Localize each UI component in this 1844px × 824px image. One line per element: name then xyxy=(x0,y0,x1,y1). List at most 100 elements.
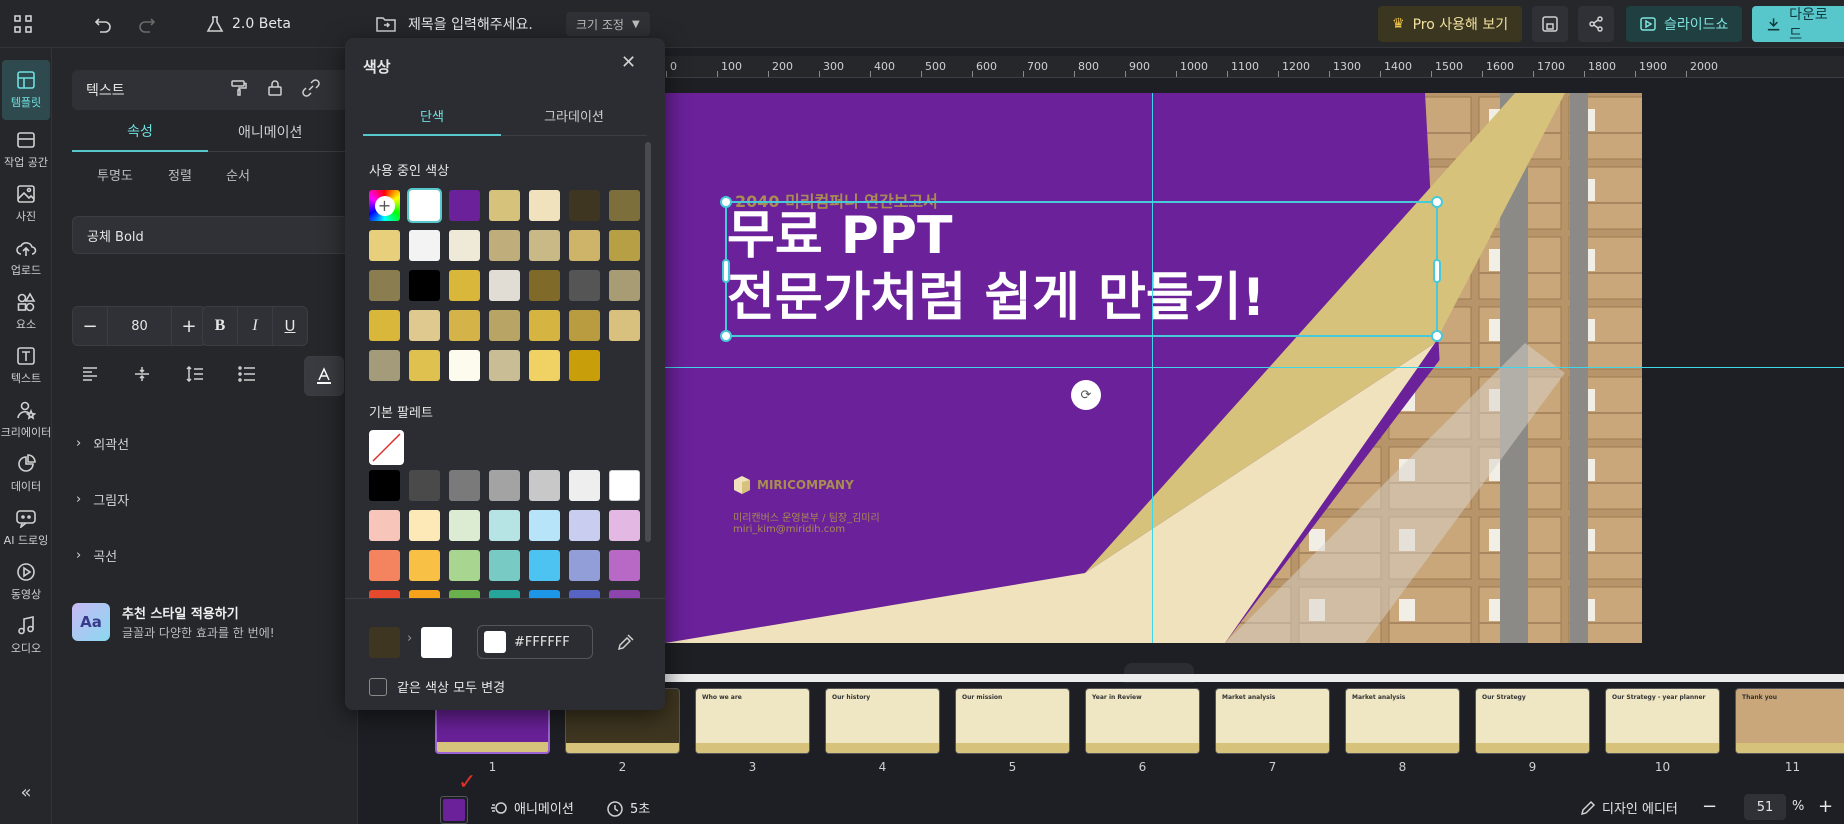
slide-thumbnail[interactable]: Who we are xyxy=(695,688,810,754)
slide-email[interactable]: miri_kim@miridih.com xyxy=(733,524,845,535)
color-swatch[interactable] xyxy=(489,310,520,341)
palette-swatch[interactable] xyxy=(449,550,480,581)
lock-icon[interactable] xyxy=(266,79,284,101)
color-swatch[interactable] xyxy=(569,190,600,221)
slide-thumbnail[interactable]: Market analysis xyxy=(1215,688,1330,754)
slide-title[interactable]: 무료 PPT 전문가처럼 쉽게 만들기! xyxy=(727,205,1265,329)
company-logo[interactable]: MIRICOMPANY xyxy=(733,475,854,495)
slide-background-color-button[interactable] xyxy=(440,796,468,824)
color-swatch[interactable] xyxy=(449,270,480,301)
font-size-decrease-button[interactable]: − xyxy=(72,306,108,346)
section-shadow[interactable]: › 그림자 xyxy=(76,490,129,509)
align-left-icon[interactable] xyxy=(82,366,100,386)
opacity-tab[interactable]: 투명도 xyxy=(97,165,133,184)
save-button[interactable] xyxy=(1532,6,1568,42)
color-swatch[interactable] xyxy=(569,270,600,301)
scrollbar[interactable] xyxy=(645,142,651,542)
palette-swatch[interactable] xyxy=(489,550,520,581)
palette-swatch[interactable] xyxy=(529,510,560,541)
pro-trial-button[interactable]: ♛ Pro 사용해 보기 xyxy=(1378,6,1523,42)
nav-photos[interactable]: 사진 xyxy=(0,174,52,234)
slide-canvas[interactable]: 2040 미리컴퍼니 연간보고서 무료 PPT 전문가처럼 쉽게 만들기! ⟳ … xyxy=(665,93,1642,643)
section-outline[interactable]: › 외곽선 xyxy=(76,434,129,453)
nav-workspace[interactable]: 작업 공간 xyxy=(0,120,52,180)
resize-handle[interactable] xyxy=(1433,259,1441,283)
custom-color-add-button[interactable]: + xyxy=(369,190,400,221)
color-swatch[interactable] xyxy=(529,190,560,221)
color-swatch[interactable] xyxy=(407,188,442,223)
zoom-in-icon[interactable]: + xyxy=(1818,796,1833,817)
palette-swatch[interactable] xyxy=(409,550,440,581)
color-swatch[interactable] xyxy=(489,190,520,221)
vertical-align-icon[interactable] xyxy=(134,366,150,386)
rotate-handle-icon[interactable]: ⟳ xyxy=(1071,380,1101,410)
zoom-input[interactable]: 51 xyxy=(1744,794,1786,820)
color-swatch[interactable] xyxy=(369,270,400,301)
text-color-button[interactable] xyxy=(304,356,344,396)
palette-swatch[interactable] xyxy=(609,470,640,501)
palette-swatch[interactable] xyxy=(409,510,440,541)
color-swatch[interactable] xyxy=(369,350,400,381)
slide-thumbnail[interactable]: Year in Review xyxy=(1085,688,1200,754)
color-swatch[interactable] xyxy=(449,310,480,341)
redo-icon[interactable] xyxy=(138,0,156,48)
tab-animation[interactable]: 애니메이션 xyxy=(208,112,358,152)
palette-swatch[interactable] xyxy=(369,470,400,501)
style-recommendation-card[interactable]: Aa 추천 스타일 적용하기 글꼴과 다양한 효과를 한 번에! xyxy=(72,598,358,646)
palette-swatch[interactable] xyxy=(529,550,560,581)
color-swatch[interactable] xyxy=(409,230,440,261)
nav-audio[interactable]: 오디오 xyxy=(0,606,52,666)
color-swatch[interactable] xyxy=(529,270,560,301)
nav-ai-drawing[interactable]: AI 드로잉 xyxy=(0,498,52,558)
color-swatch[interactable] xyxy=(529,350,560,381)
palette-swatch[interactable] xyxy=(449,470,480,501)
resize-handle[interactable] xyxy=(1431,196,1443,208)
share-button[interactable] xyxy=(1578,6,1614,42)
nav-text[interactable]: 텍스트 xyxy=(0,336,52,396)
color-swatch[interactable] xyxy=(369,230,400,261)
palette-swatch[interactable] xyxy=(569,510,600,541)
download-button[interactable]: 다운로드 xyxy=(1752,6,1844,43)
order-tab[interactable]: 순서 xyxy=(226,165,250,184)
palette-swatch[interactable] xyxy=(369,550,400,581)
color-swatch[interactable] xyxy=(489,350,520,381)
color-swatch[interactable] xyxy=(489,270,520,301)
color-swatch[interactable] xyxy=(369,310,400,341)
duration-button[interactable]: 5초 xyxy=(606,798,650,817)
eyedropper-icon[interactable] xyxy=(617,633,635,655)
resize-handle[interactable] xyxy=(720,330,732,342)
palette-swatch[interactable] xyxy=(609,510,640,541)
color-swatch[interactable] xyxy=(609,310,640,341)
slide-thumbnail[interactable]: Our Strategy - year planner xyxy=(1605,688,1720,754)
color-swatch[interactable] xyxy=(409,350,440,381)
section-curve[interactable]: › 곡선 xyxy=(76,546,117,565)
color-swatch[interactable] xyxy=(609,190,640,221)
color-swatch[interactable] xyxy=(569,350,600,381)
color-swatch[interactable] xyxy=(609,270,640,301)
nav-upload[interactable]: 업로드 xyxy=(0,228,52,288)
zoom-out-icon[interactable]: − xyxy=(1702,796,1717,817)
nav-elements[interactable]: 요소 xyxy=(0,282,52,342)
palette-swatch[interactable] xyxy=(409,470,440,501)
tab-solid[interactable]: 단색 xyxy=(363,96,501,136)
animation-button[interactable]: 애니메이션 xyxy=(490,798,574,817)
color-swatch[interactable] xyxy=(409,270,440,301)
nav-templates[interactable]: 템플릿 xyxy=(2,60,50,120)
palette-swatch[interactable] xyxy=(569,470,600,501)
slide-thumbnail[interactable]: Our history xyxy=(825,688,940,754)
slide-thumbnail[interactable]: Our Strategy xyxy=(1475,688,1590,754)
design-editor-button[interactable]: 디자인 에디터 xyxy=(1580,798,1678,817)
palette-swatch[interactable] xyxy=(449,510,480,541)
nav-data[interactable]: 데이터 xyxy=(0,444,52,504)
palette-swatch[interactable] xyxy=(369,510,400,541)
resize-button[interactable]: 크기 조정 ▼ xyxy=(566,12,650,36)
font-family-select[interactable]: 공체 Bold xyxy=(72,216,358,254)
text-selection-box[interactable]: 무료 PPT 전문가처럼 쉽게 만들기! xyxy=(720,196,1443,342)
font-size-input[interactable]: 80 xyxy=(107,306,172,346)
underline-button[interactable]: U xyxy=(272,306,308,346)
palette-swatch[interactable] xyxy=(609,550,640,581)
align-tab[interactable]: 정렬 xyxy=(168,165,192,184)
resize-handle[interactable] xyxy=(1431,330,1443,342)
beta-version[interactable]: 2.0 Beta xyxy=(206,0,291,48)
close-icon[interactable]: ✕ xyxy=(621,52,636,73)
